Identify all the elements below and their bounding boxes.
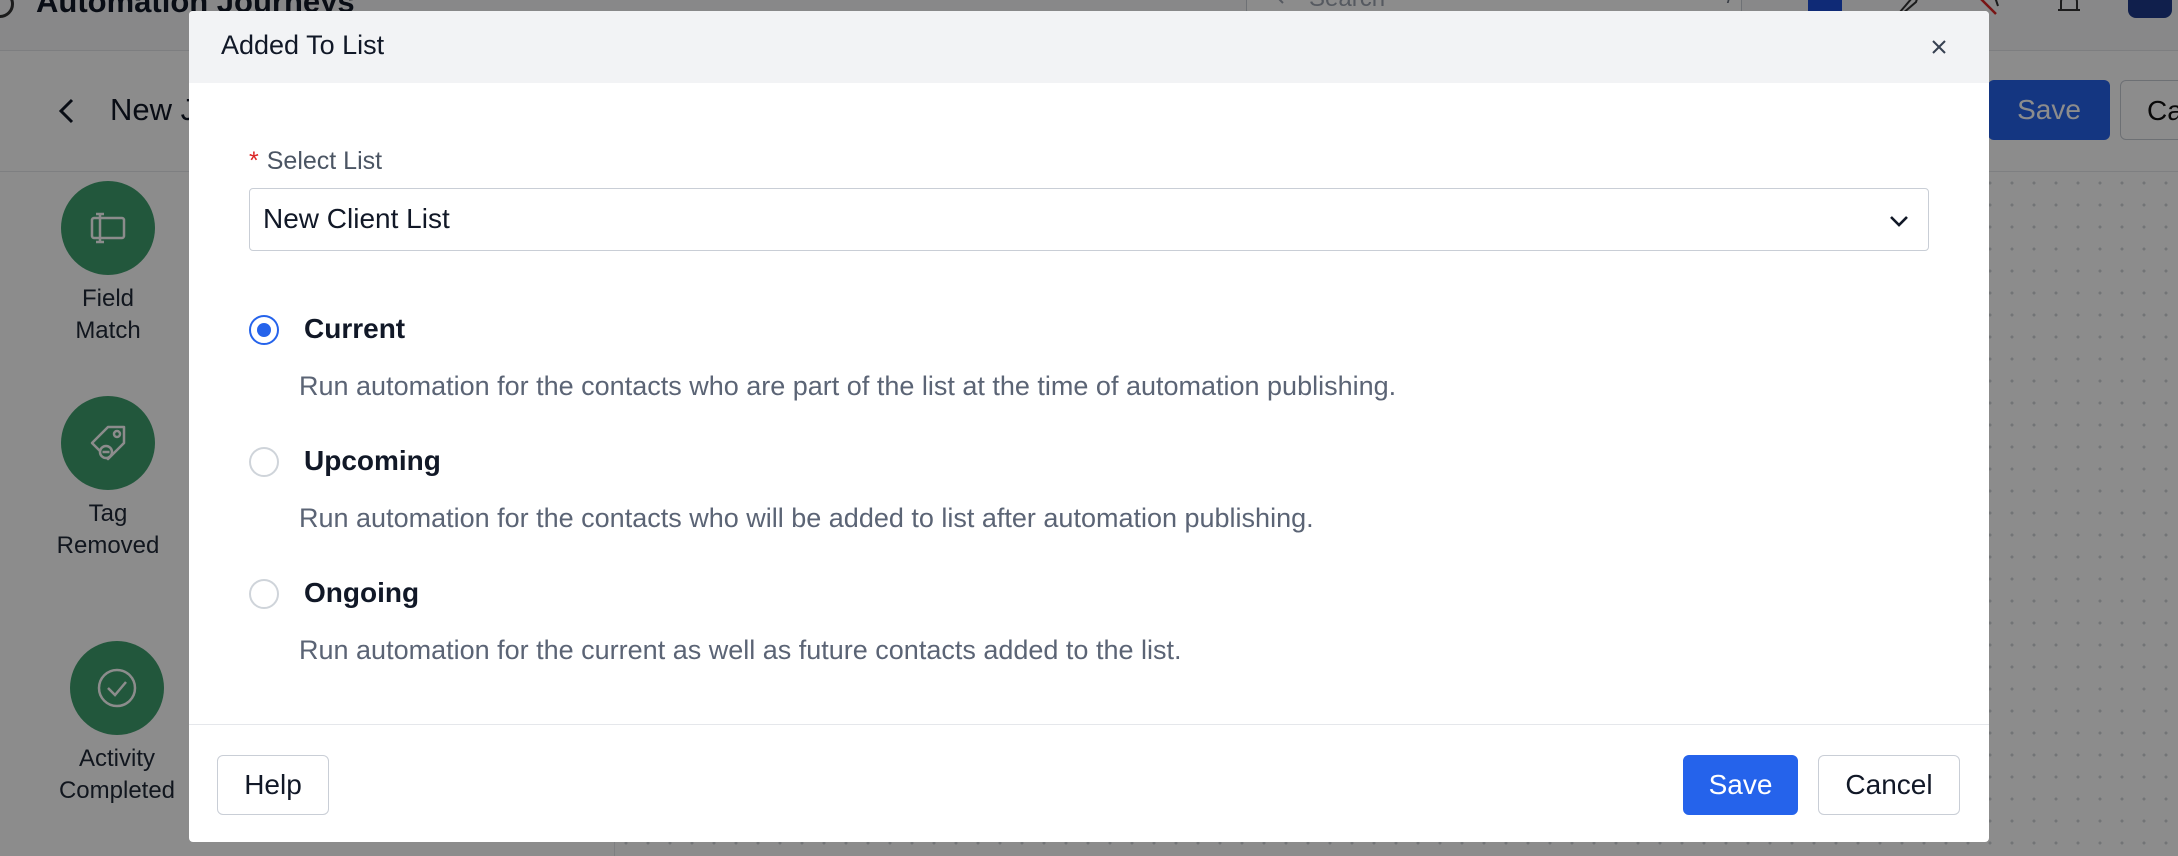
chevron-down-icon <box>1890 216 1908 227</box>
save-button[interactable]: Save <box>1683 755 1798 815</box>
select-list-label: * Select List <box>249 147 382 176</box>
radio-ongoing[interactable] <box>249 579 279 609</box>
option-description: Run automation for the contacts who are … <box>299 371 1397 401</box>
select-list-label-text: Select List <box>266 147 383 175</box>
radio-current[interactable] <box>249 315 279 345</box>
option-current[interactable]: Current Run automation for the contacts … <box>249 313 1929 425</box>
cancel-button[interactable]: Cancel <box>1818 755 1960 815</box>
help-button[interactable]: Help <box>217 755 329 815</box>
option-description: Run automation for the contacts who will… <box>299 503 1314 533</box>
added-to-list-dialog: Added To List * Select List New Client Li… <box>189 11 1989 842</box>
option-title: Upcoming <box>304 445 441 476</box>
option-upcoming[interactable]: Upcoming Run automation for the contacts… <box>249 445 1929 557</box>
close-icon[interactable] <box>1927 35 1951 59</box>
radio-upcoming[interactable] <box>249 447 279 477</box>
dialog-header: Added To List <box>189 11 1989 83</box>
option-description: Run automation for the current as well a… <box>299 635 1182 665</box>
option-title: Ongoing <box>304 577 420 608</box>
select-list-value: New Client List <box>263 203 450 234</box>
option-ongoing[interactable]: Ongoing Run automation for the current a… <box>249 577 1929 689</box>
required-mark: * <box>249 147 259 175</box>
footer-divider <box>189 724 1989 725</box>
select-list-dropdown[interactable]: New Client List <box>249 188 1929 251</box>
dialog-title: Added To List <box>221 30 385 60</box>
option-title: Current <box>304 313 406 344</box>
